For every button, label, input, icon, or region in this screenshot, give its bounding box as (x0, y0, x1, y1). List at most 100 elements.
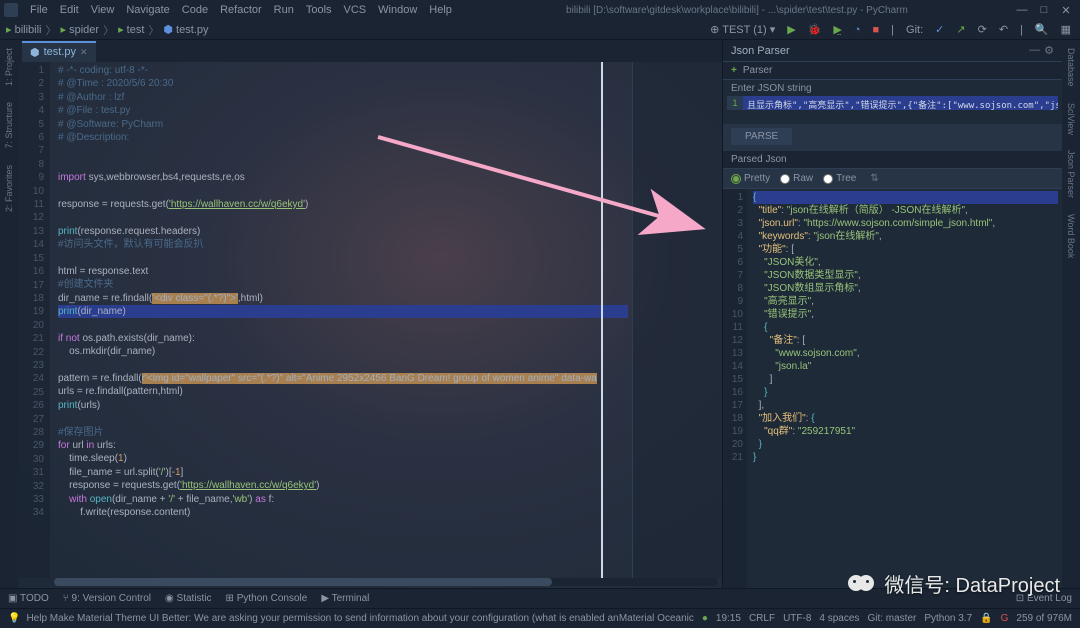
code-line[interactable]: if not os.path.exists(dir_name): (58, 332, 628, 345)
code-line[interactable]: #保存图片 (58, 426, 628, 439)
bottom-tool[interactable]: ▶ Terminal (321, 593, 369, 604)
side-tab[interactable]: 1: Project (4, 44, 14, 90)
json-line[interactable]: "qq群": "259217951" (753, 425, 1058, 438)
git-revert-icon[interactable]: ↶ (996, 23, 1011, 36)
code-line[interactable]: html = response.text (58, 265, 628, 278)
code-line[interactable]: file_name = url.split('/')[-1] (58, 466, 628, 479)
json-line[interactable]: "json.la" (753, 360, 1058, 373)
menu-refactor[interactable]: Refactor (214, 4, 268, 16)
run-config-select[interactable]: ⊕ TEST (1) ▾ (707, 23, 778, 36)
code-line[interactable] (58, 185, 628, 198)
horizontal-scrollbar[interactable] (54, 578, 718, 586)
code-line[interactable]: response = requests.get('https://wallhav… (58, 198, 628, 211)
json-line[interactable]: "加入我们": { (753, 412, 1058, 425)
code-line[interactable]: for url in urls: (58, 439, 628, 452)
side-tab[interactable]: Database (1066, 44, 1076, 91)
code-line[interactable]: import sys,webbrowser,bs4,requests,re,os (58, 171, 628, 184)
menu-run[interactable]: Run (268, 4, 300, 16)
code-line[interactable]: pattern = re.findall(r'<img id="wallpape… (58, 372, 628, 385)
stop-icon[interactable]: ■ (870, 24, 883, 36)
json-line[interactable]: "功能": [ (753, 243, 1058, 256)
code-line[interactable]: dir_name = re.findall('<div class="(.*?)… (58, 292, 628, 305)
more-icon[interactable]: ▦ (1058, 23, 1074, 36)
minimap[interactable] (632, 62, 722, 578)
status-memory[interactable]: 259 of 976M (1016, 613, 1072, 624)
parse-button[interactable]: PARSE (731, 128, 792, 145)
editor-tab-testpy[interactable]: ⬢ test.py ✕ (22, 41, 96, 62)
profile-icon[interactable]: ◔ (851, 24, 864, 36)
view-pretty-radio[interactable]: Pretty (731, 173, 770, 184)
json-line[interactable]: } (753, 451, 1058, 464)
gear-icon[interactable]: ⚙ (1044, 44, 1054, 57)
json-input-field[interactable]: 且显示角标","高亮显示","错误提示",{"备注":["www.sojson.… (743, 96, 1058, 110)
json-line[interactable]: "JSON数据类型显示", (753, 269, 1058, 282)
json-line[interactable]: "keywords": "json在线解析", (753, 230, 1058, 243)
menu-edit[interactable]: Edit (54, 4, 85, 16)
side-tab[interactable]: 7: Structure (4, 98, 14, 153)
code-line[interactable] (58, 251, 628, 264)
json-line[interactable]: "title": "json在线解析（简版） -JSON在线解析", (753, 204, 1058, 217)
code-line[interactable]: # @Description: (58, 131, 628, 144)
code-line[interactable]: # @Author : lzf (58, 91, 628, 104)
code-line[interactable]: urls = re.findall(pattern,html) (58, 385, 628, 398)
side-tab[interactable]: 2: Favorites (4, 161, 14, 216)
json-line[interactable]: } (753, 386, 1058, 399)
json-line[interactable]: ] (753, 373, 1058, 386)
code-line[interactable] (58, 359, 628, 372)
maximize-icon[interactable]: □ (1038, 4, 1050, 17)
menu-help[interactable]: Help (423, 4, 458, 16)
bottom-tool[interactable]: ▣ TODO (8, 593, 49, 604)
expand-icon[interactable]: ⇅ (870, 173, 878, 184)
code-line[interactable]: with open(dir_name + '/' + file_name,'wb… (58, 493, 628, 506)
code-line[interactable]: response = requests.get('https://wallhav… (58, 479, 628, 492)
code-line[interactable]: print(urls) (58, 399, 628, 412)
status-lock-icon[interactable]: 🔒 (980, 613, 992, 624)
status-position[interactable]: 19:15 (716, 613, 741, 624)
json-line[interactable]: { (753, 321, 1058, 334)
status-python[interactable]: Python 3.7 (924, 613, 972, 624)
code-line[interactable]: print(dir_name) (58, 305, 628, 318)
status-eol[interactable]: CRLF (749, 613, 775, 624)
menu-file[interactable]: File (24, 4, 54, 16)
code-line[interactable]: # @Time : 2020/5/6 20:30 (58, 77, 628, 90)
minimize-icon[interactable]: — (1016, 4, 1028, 17)
breadcrumb-item[interactable]: ▸ test (118, 23, 144, 36)
status-indent[interactable]: 4 spaces (819, 613, 859, 624)
menu-tools[interactable]: Tools (300, 4, 338, 16)
code-line[interactable]: # @Software: PyCharm (58, 118, 628, 131)
close-tab-icon[interactable]: ✕ (80, 47, 88, 58)
json-line[interactable]: ], (753, 399, 1058, 412)
menu-code[interactable]: Code (176, 4, 214, 16)
status-encoding[interactable]: UTF-8 (783, 613, 811, 624)
code-line[interactable]: # @File : test.py (58, 104, 628, 117)
code-line[interactable] (58, 412, 628, 425)
code-line[interactable]: #访问头文件，默认有可能会反扒 (58, 238, 628, 251)
menu-view[interactable]: View (85, 4, 121, 16)
code-line[interactable] (58, 144, 628, 157)
parsed-lines[interactable]: { "title": "json在线解析（简版） -JSON在线解析", "js… (747, 189, 1062, 588)
code-line[interactable]: os.mkdir(dir_name) (58, 345, 628, 358)
git-history-icon[interactable]: ⟳ (975, 23, 990, 36)
json-line[interactable]: "json.url": "https://www.sojson.com/simp… (753, 217, 1058, 230)
view-tree-radio[interactable]: Tree (823, 173, 856, 184)
json-line[interactable]: } (753, 438, 1058, 451)
coverage-icon[interactable]: ▶̤ (830, 23, 844, 36)
code-line[interactable] (58, 211, 628, 224)
code-line[interactable] (58, 318, 628, 331)
status-git[interactable]: Git: master (867, 613, 916, 624)
run-icon[interactable]: ▶ (784, 23, 798, 36)
code-line[interactable]: time.sleep(1) (58, 452, 628, 465)
json-line[interactable]: "高亮显示", (753, 295, 1058, 308)
breadcrumb-item[interactable]: ⬢ test.py (163, 23, 208, 36)
search-icon[interactable]: 🔍 (1032, 23, 1052, 36)
code-line[interactable] (58, 158, 628, 171)
json-line[interactable]: "JSON美化", (753, 256, 1058, 269)
bottom-tool[interactable]: ⊞ Python Console (226, 593, 308, 604)
code-line[interactable]: print(response.request.headers) (58, 225, 628, 238)
json-line[interactable]: "www.sojson.com", (753, 347, 1058, 360)
minimize-panel-icon[interactable]: — (1029, 44, 1040, 57)
breadcrumb-item[interactable]: ▸ spider (61, 23, 100, 36)
plus-icon[interactable]: + (731, 65, 737, 76)
menu-navigate[interactable]: Navigate (120, 4, 175, 16)
json-line[interactable]: "错误提示", (753, 308, 1058, 321)
